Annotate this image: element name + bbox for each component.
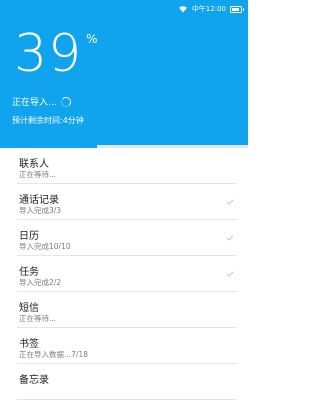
list-item-call-log: 通话记录 导入完成3/3 [17,184,236,220]
wifi-icon [178,6,187,13]
status-time: 中午12:00 [191,5,226,13]
list-item-status: 导入完成2/2 [19,278,62,287]
list-item-status: 正在等待... [19,314,57,323]
list-item-status: 导入完成10/10 [19,242,71,251]
list-item-title: 书签 [19,339,39,350]
list-item-title: 短信 [19,303,39,314]
list-item-contacts: 联系人 正在等待... [17,148,236,184]
checkmark-icon [226,199,234,205]
checkmark-icon [226,271,234,277]
progress-percent-sign: % [86,32,98,46]
list-item-title: 备忘录 [19,375,49,386]
progress-percent-value: 39 [14,24,83,84]
import-category-list: 联系人 正在等待... 通话记录 导入完成3/3 日历 导入完成10/10 任务… [0,148,248,400]
progress-percent: 39 % [14,24,98,84]
list-item-title: 联系人 [19,159,49,170]
list-item-title: 日历 [19,231,39,242]
checkmark-icon [226,235,234,241]
remaining-time: 预计剩余时间:4分钟 [12,116,84,125]
list-item-bookmarks: 书签 正在导入数据...7/18 [17,328,236,364]
list-item-calendar: 日历 导入完成10/10 [17,220,236,256]
importing-status: 正在导入... [12,95,71,108]
list-item-status: 正在等待... [19,170,57,179]
list-item-status: 正在导入数据...7/18 [19,350,88,359]
list-item-memos: 备忘录 [17,364,236,400]
list-item-title: 通话记录 [19,195,59,206]
list-item-sms: 短信 正在等待... [17,292,236,328]
importing-label: 正在导入... [12,98,57,108]
loading-spinner-icon [60,96,71,107]
list-item-title: 任务 [19,267,39,278]
battery-icon [230,5,244,13]
list-item-status: 导入完成3/3 [19,206,62,215]
import-progress-header: 中午12:00 39 % 正在导入... 预计剩余时间:4分钟 [0,0,248,148]
status-bar: 中午12:00 [178,3,244,15]
list-item-tasks: 任务 导入完成2/2 [17,256,236,292]
